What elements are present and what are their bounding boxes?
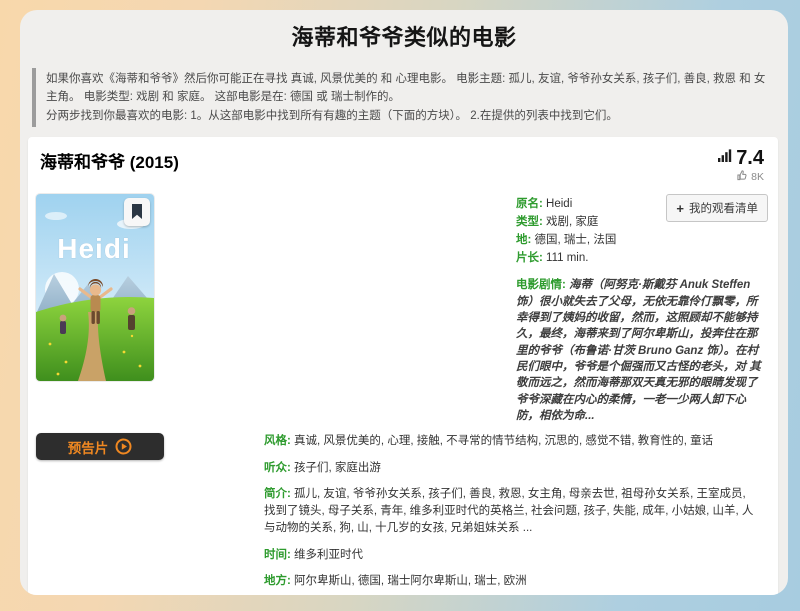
movie-card: 海蒂和爷爷 (2015) 7.4 8K [28, 137, 778, 595]
attribute-row-audience: 听众: 孩子们, 家庭出游 [264, 460, 760, 477]
watchlist-label: 我的观看清单 [689, 200, 758, 216]
intro-blockquote: 如果你喜欢《海蒂和爷爷》然后你可能正在寻找 真诚, 风景优美的 和 心理电影。 … [32, 68, 776, 127]
watchlist-button[interactable]: + 我的观看清单 [666, 194, 768, 222]
movie-header: 海蒂和爷爷 (2015) 7.4 8K [28, 137, 778, 188]
info-row-country: 地: 德国, 瑞士, 法国 [516, 232, 764, 250]
rating-bars-icon [718, 149, 732, 167]
poster-title: Heidi [57, 233, 130, 264]
bookmark-badge[interactable] [124, 198, 150, 226]
votes-count: 8K [751, 171, 764, 183]
info-row-duration: 片长: 111 min. [516, 250, 764, 268]
trailer-button[interactable]: 预告片 [36, 433, 164, 460]
movie-body: Heidi + 我的观看清单 原名: Heidi [28, 188, 778, 590]
intro-line-2: 分两步找到你最喜欢的电影: 1。从这部电影中找到所有有趣的主题（下面的方块）。 … [46, 107, 770, 125]
rating-block: 7.4 8K [718, 148, 764, 184]
intro-line-1: 如果你喜欢《海蒂和爷爷》然后你可能正在寻找 真诚, 风景优美的 和 心理电影。 … [46, 70, 770, 107]
bookmark-icon [131, 204, 143, 220]
plot-label: 电影剧情: [516, 279, 566, 291]
plot-text: 海蒂（阿努克·斯戴芬 Anuk Steffen 饰）很小就失去了父母，无依无靠伶… [516, 279, 761, 422]
plus-icon: + [676, 201, 684, 216]
attributes-column: 风格: 真诚, 风景优美的, 心理, 接触, 不寻常的情节结构, 沉思的, 感觉… [264, 433, 764, 590]
trailer-column: 预告片 [36, 433, 264, 590]
trailer-label: 预告片 [68, 437, 109, 457]
page-title: 海蒂和爷爷类似的电影 [20, 10, 788, 58]
movie-title: 海蒂和爷爷 (2015) [40, 148, 179, 173]
main-card: 海蒂和爷爷类似的电影 如果你喜欢《海蒂和爷爷》然后你可能正在寻找 真诚, 风景优… [20, 10, 788, 595]
attribute-row-place: 地方: 阿尔卑斯山, 德国, 瑞士阿尔卑斯山, 瑞士, 欧洲 [264, 573, 760, 590]
thumbs-up-icon [737, 170, 748, 184]
rating-value: 7.4 [736, 148, 764, 168]
movie-info-column: + 我的观看清单 原名: Heidi 类型: 戏剧, 家庭 地: 德国, 瑞士,… [516, 194, 764, 424]
attribute-row-synopsis: 简介: 孤儿, 友谊, 爷爷孙女关系, 孩子们, 善良, 救恩, 女主角, 母亲… [264, 486, 760, 538]
attribute-row-style: 风格: 真诚, 风景优美的, 心理, 接触, 不寻常的情节结构, 沉思的, 感觉… [264, 433, 760, 450]
play-icon [115, 438, 132, 455]
plot-block: 电影剧情: 海蒂（阿努克·斯戴芬 Anuk Steffen 饰）很小就失去了父母… [516, 277, 764, 424]
attribute-row-time: 时间: 维多利亚时代 [264, 547, 760, 564]
movie-poster[interactable]: Heidi [36, 194, 154, 381]
